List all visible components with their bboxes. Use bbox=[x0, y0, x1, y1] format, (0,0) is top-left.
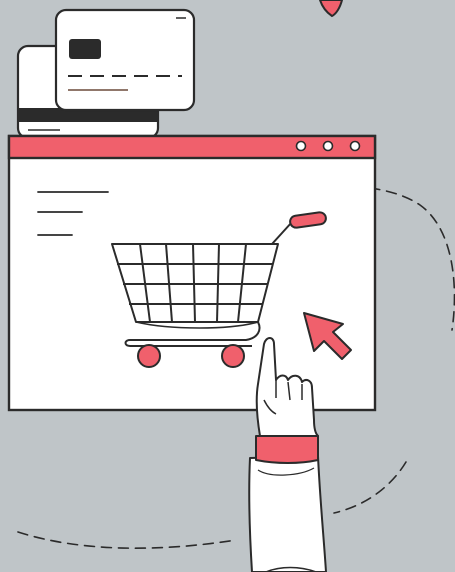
credit-card-icon bbox=[16, 8, 196, 140]
ecommerce-illustration bbox=[0, 0, 455, 572]
top-decoration-icon bbox=[318, 0, 344, 18]
